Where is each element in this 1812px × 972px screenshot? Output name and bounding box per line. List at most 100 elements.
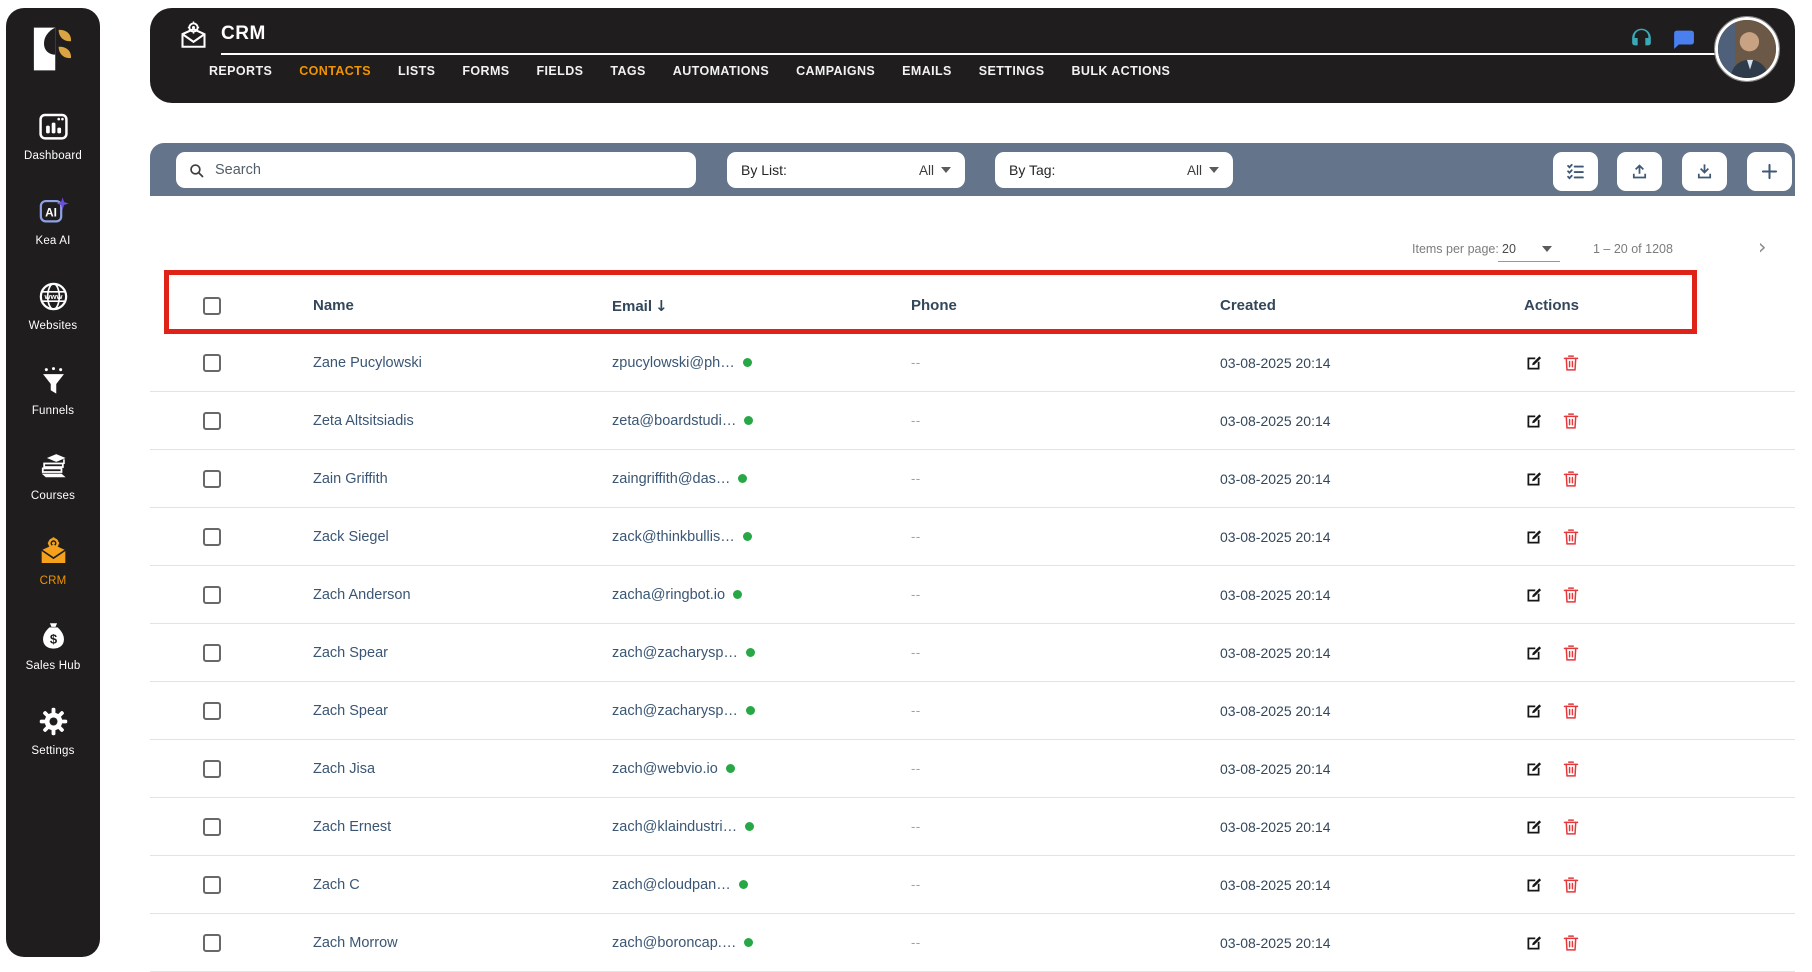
chevron-down-icon (941, 167, 951, 173)
edit-contact-button[interactable] (1524, 469, 1544, 489)
nav-tab-automations[interactable]: AUTOMATIONS (673, 64, 769, 78)
row-checkbox[interactable] (203, 353, 221, 372)
row-checkbox[interactable] (203, 701, 221, 720)
contact-name[interactable]: Zane Pucylowski (260, 355, 559, 371)
contact-name[interactable]: Zach Morrow (260, 935, 559, 951)
contacts-table: Name Email ↓ Phone Created Actions Zane P… (150, 277, 1795, 972)
items-per-page-select[interactable]: 20 (1502, 242, 1552, 256)
contact-name[interactable]: Zach C (260, 877, 559, 893)
edit-contact-button[interactable] (1524, 759, 1544, 779)
email-status-dot (745, 822, 755, 831)
add-contact-button[interactable] (1747, 152, 1792, 191)
search-input[interactable] (213, 161, 684, 179)
contact-name[interactable]: Zach Ernest (260, 819, 559, 835)
contact-name[interactable]: Zeta Altsitsiadis (260, 413, 559, 429)
edit-contact-button[interactable] (1524, 875, 1544, 895)
row-checkbox[interactable] (203, 411, 221, 430)
delete-contact-button[interactable] (1561, 353, 1581, 373)
nav-tab-contacts[interactable]: CONTACTS (299, 64, 371, 78)
delete-contact-button[interactable] (1561, 817, 1581, 837)
row-checkbox[interactable] (203, 585, 221, 604)
edit-contact-button[interactable] (1524, 701, 1544, 721)
sidebar-item-funnels[interactable]: Funnels (24, 365, 82, 417)
sidebar-item-courses[interactable]: Courses (24, 450, 82, 502)
nav-tab-settings[interactable]: SETTINGS (979, 64, 1045, 78)
row-checkbox[interactable] (203, 933, 221, 952)
contact-name[interactable]: Zack Siegel (260, 529, 559, 545)
edit-contact-button[interactable] (1524, 933, 1544, 953)
sidebar-item-websites[interactable]: www Websites (24, 280, 82, 332)
edit-contact-button[interactable] (1524, 585, 1544, 605)
import-button[interactable] (1617, 152, 1662, 191)
contacts-toolbar: By List: All By Tag: All (150, 143, 1795, 196)
sidebar-item-dashboard[interactable]: Dashboard (24, 110, 82, 162)
contact-email: zach@zacharysp… (612, 702, 738, 719)
edit-contact-button[interactable] (1524, 527, 1544, 547)
nav-tab-campaigns[interactable]: CAMPAIGNS (796, 64, 875, 78)
contact-name[interactable]: Zach Anderson (260, 587, 559, 603)
export-button[interactable] (1682, 152, 1727, 191)
row-checkbox[interactable] (203, 759, 221, 778)
sidebar-item-kea-ai[interactable]: AI Kea AI (24, 195, 82, 247)
row-checkbox[interactable] (203, 469, 221, 488)
user-avatar[interactable] (1714, 16, 1780, 82)
row-checkbox[interactable] (203, 643, 221, 662)
edit-contact-button[interactable] (1524, 817, 1544, 837)
contact-created: 03-08-2025 20:14 (1220, 586, 1331, 603)
next-page-button[interactable]: › (1758, 235, 1766, 259)
column-header-email[interactable]: Email ↓ (559, 297, 858, 315)
kea-bird-logo[interactable] (26, 22, 80, 76)
nav-tab-bulk-actions[interactable]: BULK ACTIONS (1072, 64, 1171, 78)
table-row: Zach C zach@cloudpan… -- 03-08-2025 20:1… (150, 856, 1795, 914)
row-checkbox[interactable] (203, 527, 221, 546)
edit-contact-button[interactable] (1524, 643, 1544, 663)
chevron-down-icon (1209, 167, 1219, 173)
contact-name[interactable]: Zach Jisa (260, 761, 559, 777)
select-all-checkbox[interactable] (203, 296, 221, 315)
bulk-select-button[interactable] (1553, 152, 1598, 191)
edit-icon (1527, 587, 1542, 601)
edit-contact-button[interactable] (1524, 353, 1544, 373)
delete-contact-button[interactable] (1561, 411, 1581, 431)
table-row: Zach Anderson zacha@ringbot.io -- 03-08-… (150, 566, 1795, 624)
row-checkbox[interactable] (203, 817, 221, 836)
trash-icon (1563, 470, 1579, 487)
delete-contact-button[interactable] (1561, 469, 1581, 489)
trash-icon (1563, 876, 1579, 893)
column-header-created[interactable]: Created (1167, 297, 1471, 314)
delete-contact-button[interactable] (1561, 701, 1581, 721)
nav-tab-reports[interactable]: REPORTS (209, 64, 272, 78)
nav-tab-forms[interactable]: FORMS (462, 64, 509, 78)
delete-contact-button[interactable] (1561, 585, 1581, 605)
filter-by-tag[interactable]: By Tag: All (995, 152, 1233, 188)
settings-icon (37, 705, 70, 738)
delete-contact-button[interactable] (1561, 527, 1581, 547)
headset-icon[interactable] (1628, 25, 1655, 52)
contact-created: 03-08-2025 20:14 (1220, 354, 1331, 371)
nav-tab-fields[interactable]: FIELDS (537, 64, 584, 78)
contact-name[interactable]: Zach Spear (260, 645, 559, 661)
trash-icon (1563, 702, 1579, 719)
chat-icon[interactable] (1671, 27, 1696, 52)
edit-contact-button[interactable] (1524, 411, 1544, 431)
email-status-dot (742, 532, 752, 541)
nav-tab-lists[interactable]: LISTS (398, 64, 435, 78)
delete-contact-button[interactable] (1561, 759, 1581, 779)
delete-contact-button[interactable] (1561, 875, 1581, 895)
contact-phone: -- (911, 645, 921, 660)
sidebar-item-crm[interactable]: CRM (24, 535, 82, 587)
contact-name[interactable]: Zain Griffith (260, 471, 559, 487)
search-icon (190, 163, 204, 177)
delete-contact-button[interactable] (1561, 933, 1581, 953)
column-header-phone[interactable]: Phone (858, 297, 1167, 314)
delete-contact-button[interactable] (1561, 643, 1581, 663)
sidebar-item-sales-hub[interactable]: $ Sales Hub (24, 620, 82, 672)
column-header-name[interactable]: Name (260, 297, 559, 314)
nav-tab-tags[interactable]: TAGS (610, 64, 645, 78)
contact-name[interactable]: Zach Spear (260, 703, 559, 719)
filter-by-list[interactable]: By List: All (727, 152, 965, 188)
nav-tab-emails[interactable]: EMAILS (902, 64, 952, 78)
sidebar-item-settings[interactable]: Settings (24, 705, 82, 757)
contact-phone: -- (911, 355, 921, 370)
row-checkbox[interactable] (203, 875, 221, 894)
